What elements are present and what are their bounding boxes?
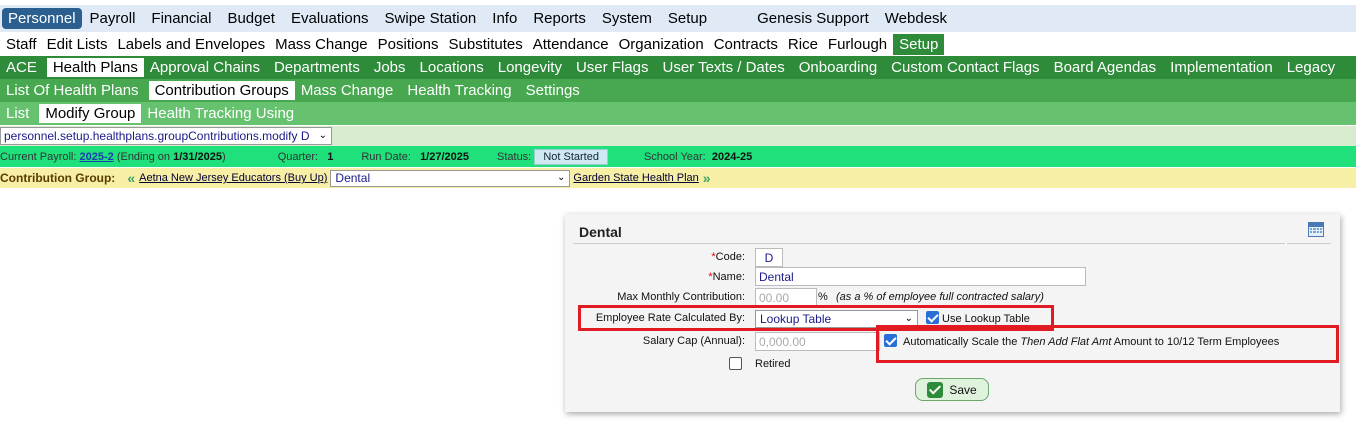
tab-approval-chains[interactable]: Approval Chains <box>144 59 268 76</box>
menu-system[interactable]: System <box>594 10 660 27</box>
tab-list-of-health-plans[interactable]: List Of Health Plans <box>0 82 147 99</box>
quarter-value: 1 <box>327 150 334 163</box>
tab-settings[interactable]: Settings <box>520 82 588 99</box>
ending-date: 1/31/2025 <box>173 150 223 163</box>
salary-cap-field[interactable]: 0,000.00 <box>755 332 880 351</box>
sub-menu: Staff Edit Lists Labels and Envelopes Ma… <box>0 33 1356 56</box>
tab-ace[interactable]: ACE <box>0 59 45 76</box>
menu-info[interactable]: Info <box>484 10 525 27</box>
chevron-down-icon: ⌄ <box>557 171 566 183</box>
menu-budget[interactable]: Budget <box>219 10 283 27</box>
page-path-value: personnel.setup.healthplans.groupContrib… <box>4 129 310 143</box>
title-divider <box>573 243 1285 244</box>
max-contribution-unit: % <box>818 291 828 303</box>
title-divider-right <box>1287 243 1331 244</box>
school-year-value: 2024-25 <box>711 150 753 163</box>
contribution-group-value: Dental <box>335 171 371 185</box>
tab-positions[interactable]: Positions <box>372 36 443 53</box>
tab-mass-change-hp[interactable]: Mass Change <box>295 82 402 99</box>
contribution-group-select[interactable]: Dental ⌄ <box>330 169 571 187</box>
code-field[interactable]: D <box>755 248 783 267</box>
tab-departments[interactable]: Departments <box>268 59 368 76</box>
code-label: *Code: <box>711 251 745 263</box>
ending-suffix: ) <box>222 150 226 163</box>
highlight-auto-scale-box <box>876 325 1339 363</box>
tab-edit-lists[interactable]: Edit Lists <box>41 36 112 53</box>
retired-checkbox[interactable] <box>729 357 742 370</box>
tab-health-tracking-using[interactable]: Health Tracking Using <box>141 105 302 122</box>
tab-contracts[interactable]: Contracts <box>708 36 782 53</box>
max-contribution-label: Max Monthly Contribution: <box>617 291 745 303</box>
contribution-group-row: Contribution Group: « Aetna New Jersey E… <box>0 168 1356 188</box>
payroll-status-bar: Current Payroll: 2025-2 (Ending on 1/31/… <box>0 146 1356 167</box>
menu-genesis-support[interactable]: Genesis Support <box>749 10 877 27</box>
tab-organization[interactable]: Organization <box>613 36 708 53</box>
group-detail-panel: Dental *Code: D *Name: Dental Max Monthl… <box>565 214 1340 412</box>
save-button[interactable]: Save <box>915 378 989 401</box>
tab-furlough[interactable]: Furlough <box>822 36 891 53</box>
check-icon <box>927 381 944 398</box>
school-year-label: School Year: <box>643 150 706 163</box>
retired-label: Retired <box>755 358 791 370</box>
name-field[interactable]: Dental <box>755 267 1086 286</box>
tab-modify-group[interactable]: Modify Group <box>39 104 142 123</box>
tab-user-texts-dates[interactable]: User Texts / Dates <box>657 59 793 76</box>
tab-labels-envelopes[interactable]: Labels and Envelopes <box>111 36 269 53</box>
chevron-down-icon: ⌄ <box>318 130 327 141</box>
salary-cap-label: Salary Cap (Annual): <box>642 335 745 347</box>
menu-reports[interactable]: Reports <box>525 10 594 27</box>
main-menu: Personnel Payroll Financial Budget Evalu… <box>0 5 1356 32</box>
double-right-arrow-icon[interactable]: » <box>703 170 711 186</box>
tab-legacy[interactable]: Legacy <box>1281 59 1343 76</box>
name-label: *Name: <box>708 271 745 283</box>
calendar-icon[interactable] <box>1308 222 1324 237</box>
double-left-arrow-icon[interactable]: « <box>127 170 135 186</box>
tab-health-plans[interactable]: Health Plans <box>46 58 144 77</box>
menu-payroll[interactable]: Payroll <box>82 10 144 27</box>
tab-jobs[interactable]: Jobs <box>368 59 414 76</box>
tab-attendance[interactable]: Attendance <box>527 36 613 53</box>
menu-financial[interactable]: Financial <box>143 10 219 27</box>
tab-user-flags[interactable]: User Flags <box>570 59 657 76</box>
panel-title: Dental <box>579 224 622 240</box>
tab-rice[interactable]: Rice <box>782 36 822 53</box>
menu-personnel[interactable]: Personnel <box>2 8 82 29</box>
tab-substitutes[interactable]: Substitutes <box>443 36 527 53</box>
tab-onboarding[interactable]: Onboarding <box>793 59 885 76</box>
tab-board-agendas[interactable]: Board Agendas <box>1048 59 1165 76</box>
tab-contribution-groups[interactable]: Contribution Groups <box>148 81 295 100</box>
menu-setup[interactable]: Setup <box>660 10 715 27</box>
page-path-select[interactable]: personnel.setup.healthplans.groupContrib… <box>0 127 332 145</box>
status-badge: Not Started <box>534 148 608 165</box>
path-row: personnel.setup.healthplans.groupContrib… <box>0 126 1356 146</box>
status-label: Status: <box>497 150 532 163</box>
run-date-label: Run Date: <box>361 150 411 163</box>
tab-mass-change[interactable]: Mass Change <box>269 36 372 53</box>
next-group-link[interactable]: Garden State Health Plan <box>573 172 698 184</box>
tab-setup[interactable]: Setup <box>893 34 945 55</box>
menu-webdesk[interactable]: Webdesk <box>877 10 955 27</box>
run-date-value: 1/27/2025 <box>420 150 469 163</box>
current-payroll-label: Current Payroll: <box>0 150 77 163</box>
prev-group-link[interactable]: Aetna New Jersey Educators (Buy Up) <box>139 172 327 184</box>
save-label: Save <box>949 382 977 397</box>
tab-health-tracking[interactable]: Health Tracking <box>401 82 519 99</box>
tab-staff[interactable]: Staff <box>0 36 41 53</box>
ending-prefix: (Ending on <box>116 150 171 163</box>
tab-list[interactable]: List <box>0 105 37 122</box>
tab-longevity[interactable]: Longevity <box>492 59 570 76</box>
quarter-label: Quarter: <box>277 150 319 163</box>
max-contribution-note: (as a % of employee full contracted sala… <box>836 291 1044 303</box>
tab-locations[interactable]: Locations <box>414 59 492 76</box>
contribution-groups-menu: List Modify Group Health Tracking Using <box>0 102 1356 125</box>
menu-evaluations[interactable]: Evaluations <box>283 10 377 27</box>
tab-custom-contact-flags[interactable]: Custom Contact Flags <box>885 59 1047 76</box>
tab-implementation[interactable]: Implementation <box>1164 59 1281 76</box>
health-plans-menu: List Of Health Plans Contribution Groups… <box>0 79 1356 102</box>
current-payroll-link[interactable]: 2025-2 <box>79 151 113 163</box>
contribution-group-label: Contribution Group: <box>0 171 116 185</box>
setup-menu: ACE Health Plans Approval Chains Departm… <box>0 56 1356 79</box>
menu-swipe-station[interactable]: Swipe Station <box>377 10 485 27</box>
